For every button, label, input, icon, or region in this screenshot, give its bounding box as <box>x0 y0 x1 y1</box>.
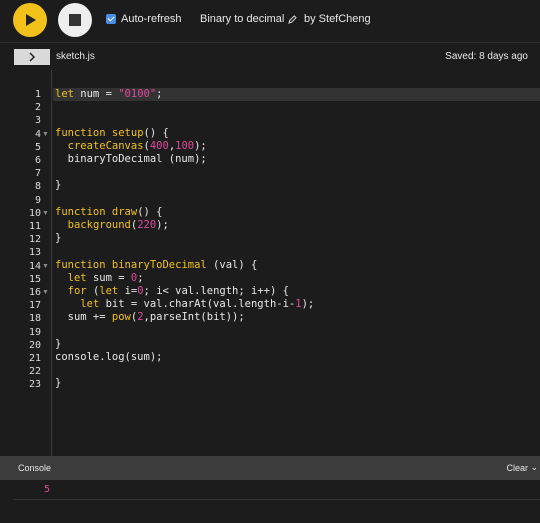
fold-toggle-icon[interactable]: ▼ <box>42 207 49 220</box>
sidebar-toggle-button[interactable] <box>14 49 50 65</box>
toolbar: Auto-refresh Binary to decimal by StefCh… <box>0 0 540 42</box>
project-name[interactable]: Binary to decimal <box>200 13 298 25</box>
play-button[interactable] <box>13 3 47 37</box>
autorefresh-label: Auto-refresh <box>121 13 182 25</box>
line-number: 5 <box>34 141 41 153</box>
console-title: Console <box>18 463 52 473</box>
code-area[interactable]: let num = "0100"; function setup() { cre… <box>53 70 540 456</box>
code-line-15[interactable]: let sum = 0; <box>55 272 540 285</box>
code-line-10[interactable]: function draw() { <box>55 206 540 219</box>
line-number: 15 <box>28 273 41 285</box>
stop-button[interactable] <box>58 3 92 37</box>
pencil-icon[interactable] <box>288 14 298 24</box>
editor-header: sketch.js Saved: 8 days ago <box>0 42 540 70</box>
code-line-11[interactable]: background(220); <box>55 219 540 232</box>
stop-icon <box>69 14 81 26</box>
line-number: 9 <box>34 194 41 206</box>
line-number: 3 <box>34 115 41 127</box>
console-row: 5 <box>14 480 540 500</box>
code-line-21[interactable]: console.log(sum); <box>55 351 540 364</box>
console-output: 5 <box>0 480 540 523</box>
code-line-1[interactable]: let num = "0100"; <box>55 88 540 101</box>
autorefresh-checkbox[interactable] <box>106 14 116 24</box>
saved-status: Saved: 8 days ago <box>445 51 528 62</box>
play-icon <box>26 14 36 26</box>
line-number: 19 <box>28 326 41 338</box>
clear-console-button[interactable]: Clear <box>506 463 528 473</box>
line-number: 21 <box>28 353 41 364</box>
chevron-right-icon <box>29 52 36 62</box>
code-line-23[interactable]: } <box>55 377 540 390</box>
line-number: 2 <box>34 102 41 114</box>
line-number: 1 <box>34 89 41 100</box>
code-line-8[interactable]: } <box>55 179 540 192</box>
author-label: by StefCheng <box>304 13 371 25</box>
line-number: 4 <box>34 128 41 140</box>
code-line-6[interactable]: binaryToDecimal (num); <box>55 153 540 166</box>
code-line-12[interactable]: } <box>55 232 540 245</box>
line-number: 22 <box>28 366 41 378</box>
line-number: 18 <box>28 313 41 325</box>
code-editor[interactable]: 1 2 3 4 ▼ 5 6 7 8 9 10 ▼ 11 12 13 14 ▼ 15 16 ▼ 17 18 19 20 21 22 2… <box>0 70 540 456</box>
line-number: 23 <box>28 379 41 391</box>
code-line-16[interactable]: for (let i=0; i< val.length; i++) { <box>55 285 540 298</box>
line-number: 12 <box>28 234 41 246</box>
line-number: 10 <box>28 207 41 219</box>
code-line-4[interactable]: function setup() { <box>55 127 540 140</box>
code-line-14[interactable]: function binaryToDecimal (val) { <box>55 259 540 272</box>
project-name-label: Binary to decimal <box>200 13 285 25</box>
fold-toggle-icon[interactable]: ▼ <box>42 260 49 273</box>
code-line-5[interactable]: createCanvas(400,100); <box>55 140 540 153</box>
line-number: 16 <box>28 287 41 298</box>
chevron-down-icon[interactable]: ⌄ <box>530 462 538 473</box>
line-number: 14 <box>28 260 41 272</box>
fold-toggle-icon[interactable]: ▼ <box>42 128 49 141</box>
code-line-20[interactable]: } <box>55 338 540 351</box>
line-number: 17 <box>28 300 41 312</box>
line-number: 6 <box>34 155 41 166</box>
console-value: 5 <box>44 484 51 495</box>
fold-toggle-icon[interactable]: ▼ <box>42 286 49 299</box>
code-line-17[interactable]: let bit = val.charAt(val.length-i-1); <box>55 298 540 311</box>
line-number: 8 <box>34 181 41 193</box>
file-name[interactable]: sketch.js <box>56 51 95 62</box>
code-line-18[interactable]: sum += pow(2,parseInt(bit)); <box>55 311 540 324</box>
line-number: 7 <box>34 168 41 180</box>
console-header: Console Clear ⌄ <box>0 456 540 480</box>
autorefresh-toggle[interactable]: Auto-refresh <box>106 13 182 25</box>
line-number: 13 <box>28 247 41 259</box>
line-number: 11 <box>28 221 41 232</box>
line-number: 20 <box>28 339 41 351</box>
